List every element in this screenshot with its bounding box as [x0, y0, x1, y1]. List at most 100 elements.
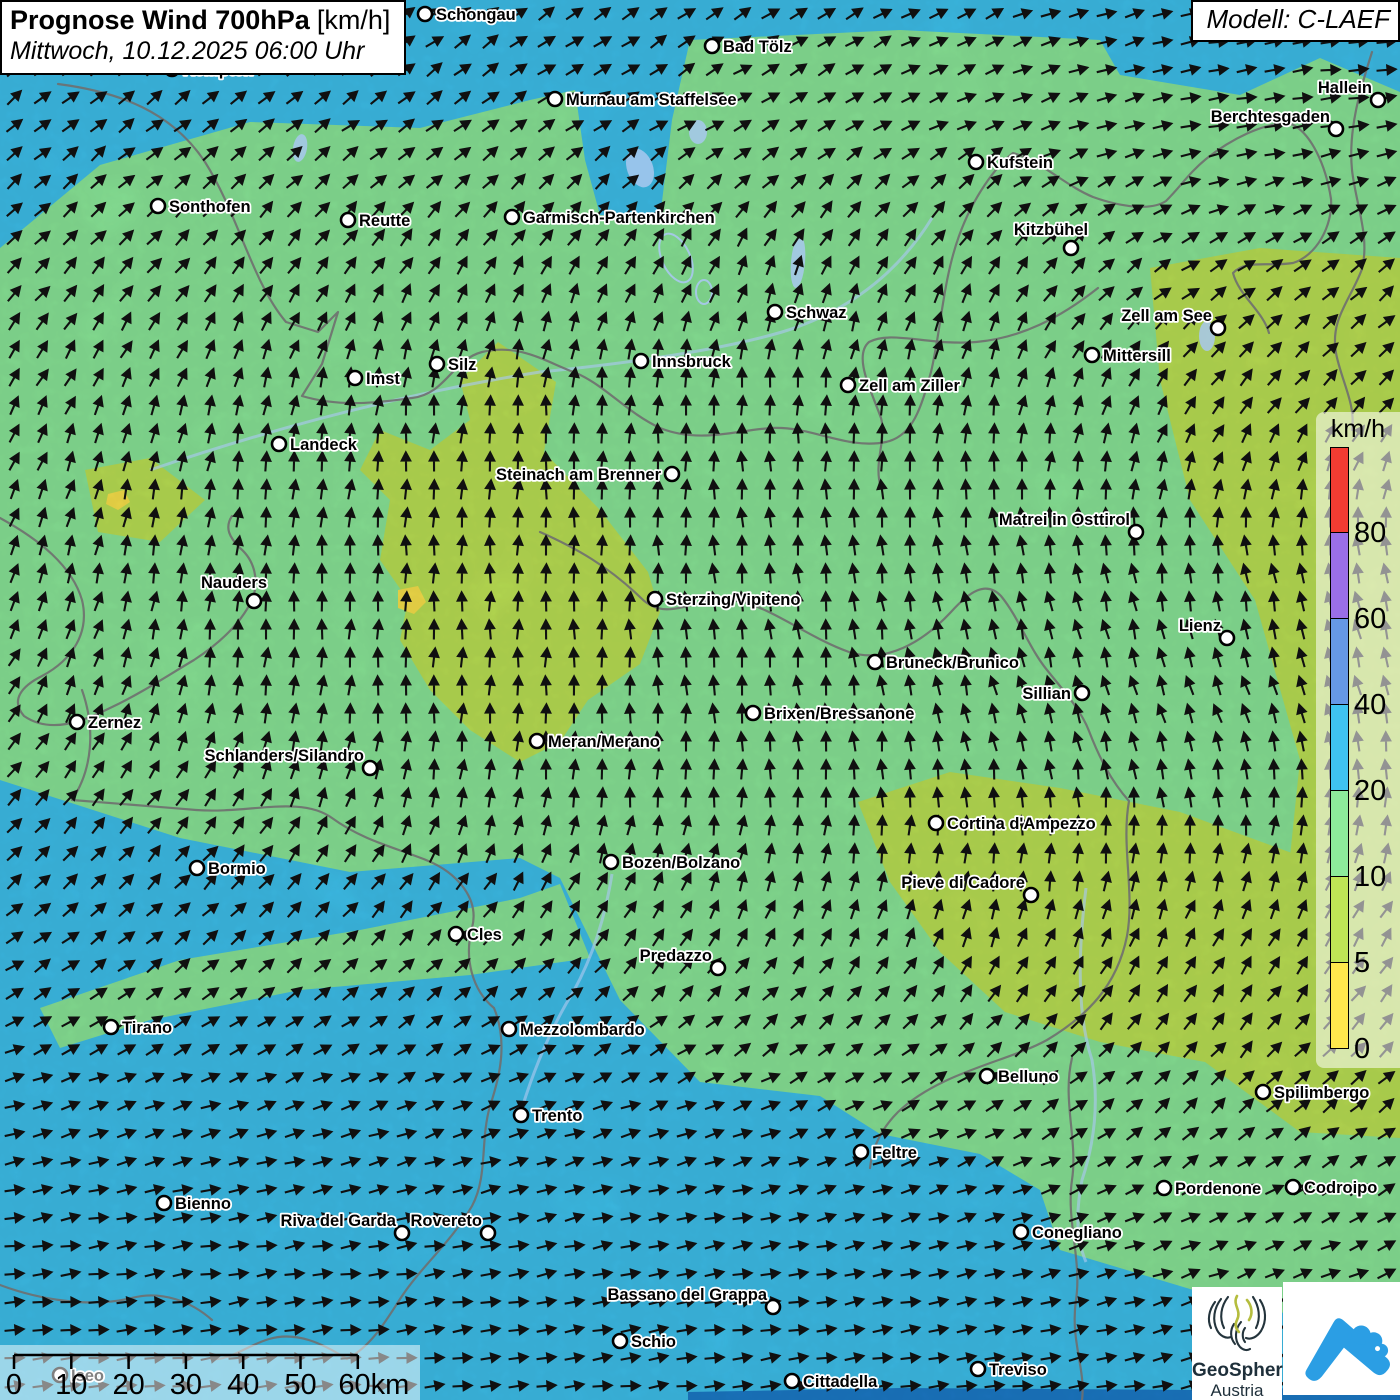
- city-trento: Trento: [514, 1107, 582, 1125]
- city-marker: [70, 715, 84, 729]
- city-label: Trento: [532, 1107, 582, 1125]
- city-label: Kitzbühel: [1014, 221, 1088, 239]
- legend-tick-10: 10: [1354, 861, 1386, 893]
- city-marker: [548, 92, 562, 106]
- geosphere-contour-icon: [1201, 1290, 1273, 1356]
- city-mezzolombardo: Mezzolombardo: [502, 1021, 645, 1039]
- city-label: Matrei in Osttirol: [999, 511, 1130, 529]
- city-marker: [530, 734, 544, 748]
- city-bruneck-brunico: Bruneck/Brunico: [868, 654, 1019, 672]
- city-label: Codroipo: [1304, 1179, 1377, 1197]
- city-label: Tirano: [122, 1019, 172, 1037]
- city-sterzing-vipiteno: Sterzing/Vipiteno: [648, 591, 800, 609]
- city-feltre: Feltre: [854, 1144, 917, 1162]
- city-marker: [151, 199, 165, 213]
- city-marker: [395, 1226, 409, 1240]
- city-zernez: Zernez: [70, 714, 141, 732]
- city-marker: [665, 467, 679, 481]
- city-marker: [190, 861, 204, 875]
- legend-tick-80: 80: [1354, 517, 1386, 549]
- city-label: Predazzo: [640, 947, 712, 965]
- city-marker: [1286, 1180, 1300, 1194]
- city-label: Conegliano: [1032, 1224, 1122, 1242]
- city-label: Bormio: [208, 860, 266, 878]
- city-steinach-am-brenner: Steinach am Brenner: [496, 466, 679, 484]
- city-label: Sonthofen: [169, 198, 251, 216]
- city-marker: [348, 371, 362, 385]
- title-unit: [km/h]: [317, 5, 391, 35]
- city-marker: [604, 855, 618, 869]
- city-meran-merano: Meran/Merano: [530, 733, 660, 751]
- city-label: Riva del Garda: [280, 1212, 396, 1230]
- city-reutte: Reutte: [341, 212, 410, 230]
- partner-logo-box: [1283, 1282, 1400, 1395]
- city-marker: [705, 39, 719, 53]
- legend-segment-20-40: [1330, 705, 1349, 791]
- city-label: Spilimbergo: [1274, 1084, 1369, 1102]
- city-label: Schio: [631, 1333, 676, 1351]
- city-marker: [868, 655, 882, 669]
- city-label: Cittadella: [803, 1373, 878, 1391]
- city-label: Reutte: [359, 212, 410, 230]
- city-label: Rovereto: [410, 1212, 482, 1230]
- city-imst: Imst: [348, 370, 400, 388]
- city-label: Sillian: [1022, 685, 1071, 703]
- city-label: Zell am See: [1121, 307, 1212, 325]
- brand-name: GeoSphere: [1192, 1361, 1282, 1381]
- city-marker: [514, 1108, 528, 1122]
- city-label: Schongau: [436, 6, 516, 24]
- city-label: Meran/Merano: [548, 733, 660, 751]
- legend-tick-5: 5: [1354, 947, 1370, 979]
- city-marker: [1329, 122, 1343, 136]
- legend-colorbar: [1330, 447, 1349, 1049]
- city-label: Cortina d'Ampezzo: [947, 815, 1096, 833]
- city-marker: [648, 592, 662, 606]
- city-cortina-d-ampezzo: Cortina d'Ampezzo: [929, 815, 1096, 833]
- city-marker: [1220, 631, 1234, 645]
- city-bozen-bolzano: Bozen/Bolzano: [604, 854, 740, 872]
- city-label: Brixen/Bressanone: [764, 705, 914, 723]
- legend-segment-60-80: [1330, 533, 1349, 619]
- brand-country: Austria: [1192, 1381, 1282, 1400]
- city-label: Cles: [467, 926, 502, 944]
- city-marker: [247, 594, 261, 608]
- city-marker: [449, 927, 463, 941]
- city-schio: Schio: [613, 1333, 676, 1351]
- city-marker: [969, 155, 983, 169]
- city-label: Schlanders/Silandro: [204, 747, 364, 765]
- legend-tick-60: 60: [1354, 603, 1386, 635]
- city-marker: [746, 706, 760, 720]
- city-label: Sterzing/Vipiteno: [666, 591, 800, 609]
- wind-map: SchongauBad TölzKemptenMurnau am Staffel…: [0, 0, 1400, 1400]
- city-tirano: Tirano: [104, 1019, 172, 1037]
- scalebar-graphic: 0102030405060km: [0, 1345, 420, 1400]
- weather-map-stage: SchongauBad TölzKemptenMurnau am Staffel…: [0, 0, 1400, 1400]
- city-label: Belluno: [998, 1068, 1059, 1086]
- city-marker: [1256, 1085, 1270, 1099]
- city-marker: [272, 437, 286, 451]
- legend-segment-0-5: [1330, 963, 1349, 1049]
- city-marker: [841, 378, 855, 392]
- city-label: Zernez: [88, 714, 141, 732]
- city-label: Pieve di Cadore: [901, 874, 1025, 892]
- scalebar-label-30: 30: [170, 1369, 202, 1400]
- city-label: Nauders: [201, 574, 267, 592]
- city-label: Hallein: [1318, 79, 1372, 97]
- scalebar-label-0: 0: [6, 1369, 22, 1400]
- city-label: Bozen/Bolzano: [622, 854, 740, 872]
- city-label: Garmisch-Partenkirchen: [523, 209, 715, 227]
- city-murnau-am-staffelsee: Murnau am Staffelsee: [548, 91, 737, 109]
- city-marker: [481, 1226, 495, 1240]
- city-marker: [104, 1020, 118, 1034]
- city-label: Mezzolombardo: [520, 1021, 645, 1039]
- city-label: Murnau am Staffelsee: [566, 91, 737, 109]
- city-marker: [341, 213, 355, 227]
- scalebar-label-50: 50: [284, 1369, 316, 1400]
- city-label: Landeck: [290, 436, 358, 454]
- page-title: Prognose Wind 700hPa: [10, 5, 310, 35]
- city-brixen-bressanone: Brixen/Bressanone: [746, 705, 914, 723]
- city-label: Steinach am Brenner: [496, 466, 662, 484]
- city-garmisch-partenkirchen: Garmisch-Partenkirchen: [505, 209, 715, 227]
- city-marker: [1157, 1181, 1171, 1195]
- city-marker: [711, 961, 725, 975]
